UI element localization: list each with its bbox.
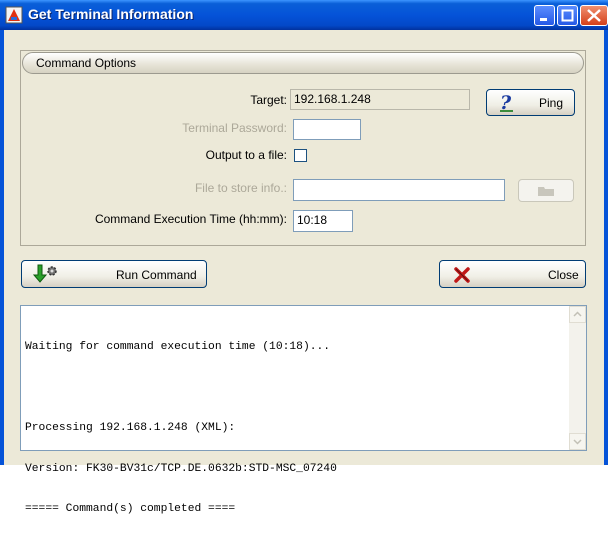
target-label: Target:: [250, 93, 287, 107]
window-title: Get Terminal Information: [28, 6, 194, 22]
scroll-down-button[interactable]: [569, 433, 586, 450]
folder-icon: [537, 185, 557, 200]
exec-time-value: 10:18: [297, 213, 328, 227]
close-window-button[interactable]: [580, 5, 608, 26]
ping-button[interactable]: ? Ping: [486, 89, 575, 116]
run-arrow-gear-icon: [32, 264, 60, 287]
minimize-button[interactable]: [534, 5, 555, 26]
get-terminal-info-window: Get Terminal Information Command Options…: [0, 0, 608, 515]
ping-button-label: Ping: [539, 96, 564, 110]
chevron-up-icon: [573, 311, 582, 317]
output-line: Processing 192.168.1.248 (XML):: [25, 422, 236, 434]
output-line: ===== Command(s) completed ====: [25, 503, 236, 515]
target-field: 192.168.1.248: [290, 89, 470, 110]
window-frame-left: [0, 30, 4, 465]
command-options-title: Command Options: [36, 56, 137, 70]
output-to-file-label: Output to a file:: [205, 148, 287, 162]
run-command-label: Run Command: [116, 268, 197, 282]
terminal-password-label: Terminal Password:: [182, 121, 287, 135]
file-to-store-value: [297, 182, 300, 196]
file-to-store-field[interactable]: [293, 179, 505, 201]
output-log[interactable]: Waiting for command execution time (10:1…: [20, 305, 587, 515]
close-label: Close: [548, 268, 579, 282]
run-command-button[interactable]: Run Command: [21, 260, 207, 288]
close-button[interactable]: Close: [439, 260, 586, 288]
output-scrollbar[interactable]: [569, 306, 586, 450]
app-icon: [5, 6, 23, 24]
help-question-icon: ?: [497, 92, 517, 117]
terminal-password-value: [297, 122, 300, 136]
chevron-down-icon: [573, 439, 582, 445]
maximize-button[interactable]: [557, 5, 578, 26]
file-to-store-label: File to store info.:: [194, 181, 287, 195]
exec-time-field[interactable]: 10:18: [293, 210, 353, 232]
target-value: 192.168.1.248: [294, 92, 371, 106]
browse-button[interactable]: [518, 179, 574, 202]
terminal-password-field[interactable]: [293, 119, 361, 140]
red-x-icon: [452, 265, 472, 288]
window-frame-right: [604, 30, 608, 465]
output-text: Waiting for command execution time (10:1…: [25, 314, 337, 544]
title-bar[interactable]: Get Terminal Information: [0, 0, 608, 30]
output-to-file-checkbox[interactable]: [294, 149, 307, 162]
scroll-up-button[interactable]: [569, 306, 586, 323]
output-line: Waiting for command execution time (10:1…: [25, 341, 331, 353]
exec-time-label: Command Execution Time (hh:mm):: [94, 212, 287, 226]
